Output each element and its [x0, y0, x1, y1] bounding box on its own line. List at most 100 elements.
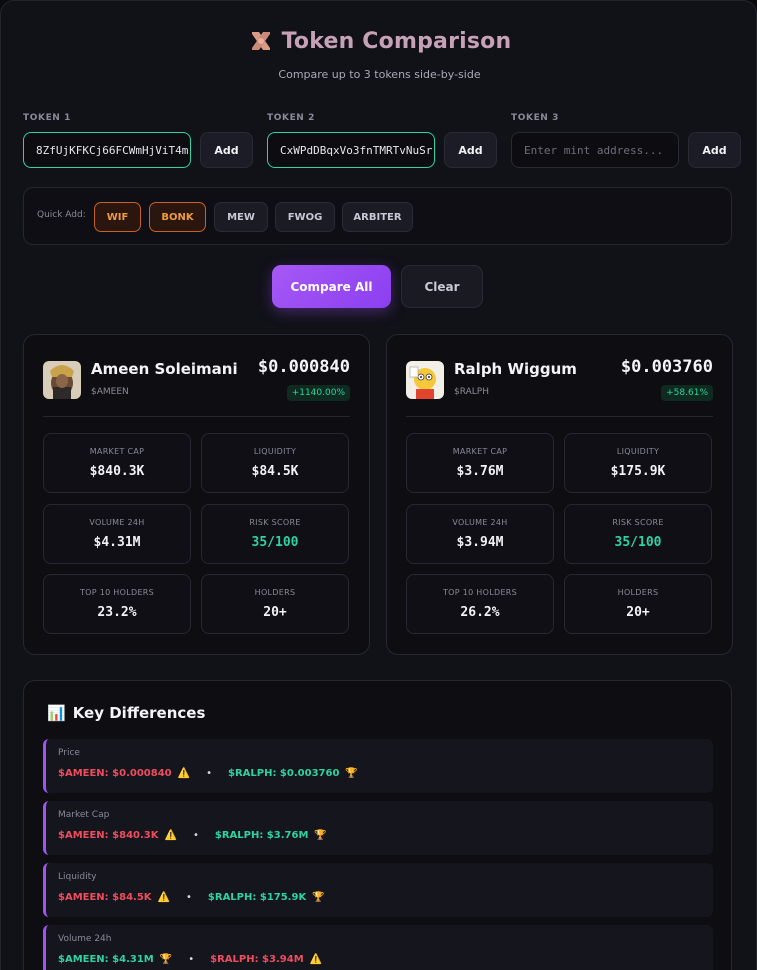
token-price: $0.000840 — [257, 357, 350, 377]
stat-liquidity: LIQUIDITY $84.5K — [201, 433, 349, 493]
token-2-address-input[interactable]: CxWPdDBqxVo3fnTMRTvNuSr — [267, 132, 435, 168]
token-3-label: TOKEN 3 — [511, 113, 560, 123]
token-symbol: $RALPH — [454, 387, 489, 397]
difference-row-price: Price $AMEEN: $0.000840 ⚠️ • $RALPH: $0.… — [43, 739, 713, 793]
stat-value: $84.5K — [251, 464, 299, 479]
price-change-badge: +1140.00% — [286, 385, 350, 401]
stat-value: 26.2% — [460, 605, 500, 620]
token-avatar — [43, 361, 81, 399]
quick-add-chip-bonk[interactable]: BONK — [149, 202, 206, 232]
key-differences-panel: 📊 Key Differences Price $AMEEN: $0.00084… — [23, 680, 732, 970]
difference-value-a: $AMEEN: $0.000840 — [58, 768, 172, 779]
token-1-address-input[interactable]: 8ZfUjKFKCj66FCWmHjViT4m — [23, 132, 191, 168]
token-avatar — [406, 361, 444, 399]
quick-add-chip-fwog[interactable]: FWOG — [275, 202, 335, 232]
header: Token Comparison — [1, 28, 757, 54]
divider — [43, 416, 350, 417]
stat-value: $4.31M — [93, 535, 141, 550]
difference-row-volume-24h: Volume 24h $AMEEN: $4.31M 🏆 • $RALPH: $3… — [43, 925, 713, 970]
bar-chart-icon: 📊 — [47, 704, 66, 722]
stat-market-cap: MARKET CAP $3.76M — [406, 433, 554, 493]
stat-label: TOP 10 HOLDERS — [79, 588, 155, 597]
token-2-label: TOKEN 2 — [267, 113, 316, 123]
page-title: Token Comparison — [281, 28, 512, 54]
token-3-address-input[interactable]: Enter mint address... — [511, 132, 679, 168]
difference-values: $AMEEN: $0.000840 ⚠️ • $RALPH: $0.003760… — [58, 768, 358, 779]
token-card: Ameen Soleimani $AMEEN $0.000840 +1140.0… — [23, 334, 370, 655]
stat-top-10-holders: TOP 10 HOLDERS 26.2% — [406, 574, 554, 634]
compare-all-button[interactable]: Compare All — [272, 265, 391, 308]
token-name: Ralph Wiggum — [454, 360, 577, 378]
stat-risk-score: RISK SCORE 35/100 — [564, 504, 712, 564]
warning-icon: ⚠️ — [157, 892, 170, 903]
stat-risk-score: RISK SCORE 35/100 — [201, 504, 349, 564]
stat-top-10-holders: TOP 10 HOLDERS 23.2% — [43, 574, 191, 634]
stat-label: MARKET CAP — [452, 447, 508, 456]
trophy-icon: 🏆 — [345, 768, 358, 779]
stat-value: 35/100 — [614, 535, 662, 550]
bullet-separator: • — [192, 830, 199, 841]
token-price: $0.003760 — [620, 357, 713, 377]
difference-values: $AMEEN: $84.5K ⚠️ • $RALPH: $175.9K 🏆 — [58, 892, 325, 903]
warning-icon: ⚠️ — [177, 768, 191, 779]
difference-row-market-cap: Market Cap $AMEEN: $840.3K ⚠️ • $RALPH: … — [43, 801, 713, 855]
trophy-icon: 🏆 — [159, 954, 173, 965]
difference-label: Volume 24h — [58, 934, 112, 944]
difference-values: $AMEEN: $4.31M 🏆 • $RALPH: $3.94M ⚠️ — [58, 954, 322, 965]
stat-label: HOLDERS — [254, 588, 296, 597]
stat-label: MARKET CAP — [89, 447, 145, 456]
stat-label: LIQUIDITY — [253, 447, 297, 456]
clear-button[interactable]: Clear — [401, 265, 483, 308]
stat-label: RISK SCORE — [612, 518, 664, 527]
token-2-add-button[interactable]: Add — [444, 132, 497, 168]
stat-volume-24h: VOLUME 24H $4.31M — [43, 504, 191, 564]
difference-value-b: $RALPH: $3.76M — [214, 830, 309, 841]
crossed-tokens-icon — [248, 28, 274, 54]
warning-icon: ⚠️ — [309, 954, 323, 965]
difference-value-a: $AMEEN: $4.31M — [58, 954, 154, 965]
quick-add-chip-arbiter[interactable]: ARBITER — [342, 202, 413, 232]
stat-market-cap: MARKET CAP $840.3K — [43, 433, 191, 493]
stat-value: $3.94M — [456, 535, 504, 550]
difference-value-b: $RALPH: $175.9K — [207, 892, 307, 903]
token-name: Ameen Soleimani — [91, 360, 238, 378]
token-3-add-button[interactable]: Add — [688, 132, 741, 168]
stat-value: 20+ — [263, 605, 287, 620]
trophy-icon: 🏆 — [314, 830, 327, 841]
stat-holders: HOLDERS 20+ — [201, 574, 349, 634]
stat-value: 20+ — [626, 605, 650, 620]
stat-volume-24h: VOLUME 24H $3.94M — [406, 504, 554, 564]
token-1-add-button[interactable]: Add — [200, 132, 253, 168]
warning-icon: ⚠️ — [164, 830, 177, 841]
bullet-separator: • — [186, 892, 192, 903]
token-card: Ralph Wiggum $RALPH $0.003760 +58.61% MA… — [386, 334, 733, 655]
quick-add-chip-wif[interactable]: WIF — [94, 202, 141, 232]
divider — [406, 416, 713, 417]
key-differences-heading: 📊 Key Differences — [47, 704, 205, 722]
page-subtitle: Compare up to 3 tokens side-by-side — [278, 68, 481, 81]
difference-label: Market Cap — [58, 810, 110, 820]
trophy-icon: 🏆 — [312, 892, 325, 903]
token-1-label: TOKEN 1 — [23, 113, 72, 123]
quick-add-label: Quick Add: — [37, 210, 86, 220]
quick-add-bar: Quick Add: WIF BONK MEW FWOG ARBITER — [23, 187, 732, 245]
stat-label: LIQUIDITY — [616, 447, 660, 456]
stat-value: $175.9K — [610, 464, 666, 479]
price-change-badge: +58.61% — [661, 385, 713, 401]
stat-holders: HOLDERS 20+ — [564, 574, 712, 634]
difference-value-b: $RALPH: $3.94M — [210, 954, 304, 965]
quick-add-chip-mew[interactable]: MEW — [214, 202, 268, 232]
difference-value-b: $RALPH: $0.003760 — [227, 768, 340, 779]
stat-label: RISK SCORE — [249, 518, 301, 527]
difference-row-liquidity: Liquidity $AMEEN: $84.5K ⚠️ • $RALPH: $1… — [43, 863, 713, 917]
stat-label: VOLUME 24H — [452, 518, 508, 527]
bullet-separator: • — [206, 768, 212, 779]
stat-value: $840.3K — [89, 464, 145, 479]
stat-label: VOLUME 24H — [89, 518, 145, 527]
stat-label: TOP 10 HOLDERS — [442, 588, 518, 597]
difference-value-a: $AMEEN: $84.5K — [58, 892, 152, 903]
token-symbol: $AMEEN — [91, 387, 129, 397]
key-differences-title: Key Differences — [72, 704, 206, 722]
stat-value: 35/100 — [251, 535, 299, 550]
stat-liquidity: LIQUIDITY $175.9K — [564, 433, 712, 493]
